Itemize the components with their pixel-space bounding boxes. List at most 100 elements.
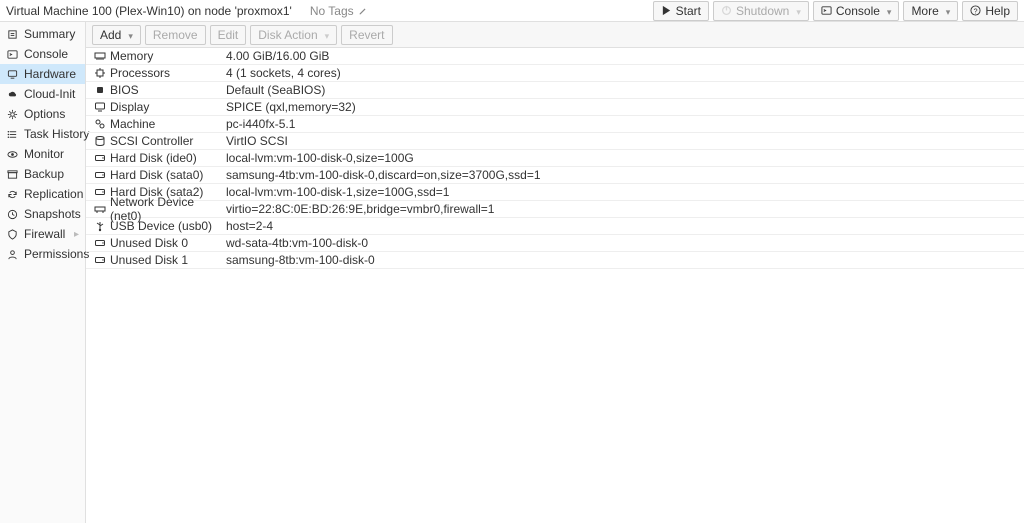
vm-sidebar: Summary Console Hardware Cloud-Init Options T… bbox=[0, 22, 86, 523]
help-button[interactable]: Help bbox=[962, 1, 1018, 21]
memory-icon bbox=[94, 50, 106, 62]
hardware-value: virtio=22:8C:0E:BD:26:9E,bridge=vmbr0,fi… bbox=[226, 202, 1020, 216]
sidebar-item-snapshots[interactable]: Snapshots bbox=[0, 204, 85, 224]
sidebar-item-cloud-init[interactable]: Cloud-Init bbox=[0, 84, 85, 104]
archive-icon bbox=[7, 169, 18, 180]
hardware-row[interactable]: Processors4 (1 sockets, 4 cores) bbox=[86, 65, 1024, 82]
hardware-label: Hard Disk (ide0) bbox=[110, 151, 226, 165]
cpu-icon bbox=[94, 67, 106, 79]
hardware-row[interactable]: Memory4.00 GiB/16.00 GiB bbox=[86, 48, 1024, 65]
tags-area[interactable]: No Tags bbox=[310, 4, 368, 18]
hdd-icon bbox=[94, 237, 106, 249]
hardware-label: Processors bbox=[110, 66, 226, 80]
hardware-row[interactable]: Machinepc-i440fx-5.1 bbox=[86, 116, 1024, 133]
hardware-row[interactable]: Hard Disk (sata2)local-lvm:vm-100-disk-1… bbox=[86, 184, 1024, 201]
hardware-label: Machine bbox=[110, 117, 226, 131]
chevron-down-icon bbox=[325, 28, 330, 42]
sidebar-item-backup[interactable]: Backup bbox=[0, 164, 85, 184]
sidebar-item-console[interactable]: Console bbox=[0, 44, 85, 64]
remove-button[interactable]: Remove bbox=[145, 25, 206, 45]
hardware-value: samsung-4tb:vm-100-disk-0,discard=on,siz… bbox=[226, 168, 1020, 182]
start-button[interactable]: Start bbox=[653, 1, 709, 21]
sidebar-item-replication[interactable]: Replication bbox=[0, 184, 85, 204]
disk-action-button[interactable]: Disk Action bbox=[250, 25, 337, 45]
hdd-icon bbox=[94, 254, 106, 266]
hardware-row[interactable]: Hard Disk (ide0)local-lvm:vm-100-disk-0,… bbox=[86, 150, 1024, 167]
hardware-row[interactable]: Unused Disk 1samsung-8tb:vm-100-disk-0 bbox=[86, 252, 1024, 269]
hardware-row[interactable]: USB Device (usb0)host=2-4 bbox=[86, 218, 1024, 235]
help-icon bbox=[970, 5, 981, 16]
chevron-down-icon bbox=[128, 28, 133, 42]
hardware-table: Memory4.00 GiB/16.00 GiBProcessors4 (1 s… bbox=[86, 48, 1024, 523]
sidebar-item-firewall[interactable]: Firewall▸ bbox=[0, 224, 85, 244]
user-icon bbox=[7, 249, 18, 260]
sidebar-item-label: Console bbox=[24, 47, 68, 61]
sidebar-item-permissions[interactable]: Permissions bbox=[0, 244, 85, 264]
sidebar-item-label: Options bbox=[24, 107, 65, 121]
page-title: Virtual Machine 100 (Plex-Win10) on node… bbox=[6, 4, 292, 18]
chevron-right-icon: ▸ bbox=[74, 229, 79, 240]
hardware-label: USB Device (usb0) bbox=[110, 219, 226, 233]
hardware-value: local-lvm:vm-100-disk-1,size=100G,ssd=1 bbox=[226, 185, 1020, 199]
play-icon bbox=[661, 5, 672, 16]
usb-icon bbox=[94, 220, 106, 232]
hardware-row[interactable]: Network Device (net0)virtio=22:8C:0E:BD:… bbox=[86, 201, 1024, 218]
hardware-value: 4 (1 sockets, 4 cores) bbox=[226, 66, 1020, 80]
hardware-value: wd-sata-4tb:vm-100-disk-0 bbox=[226, 236, 1020, 250]
hdd-icon bbox=[94, 152, 106, 164]
hardware-label: BIOS bbox=[110, 83, 226, 97]
more-button[interactable]: More bbox=[903, 1, 958, 21]
revert-button[interactable]: Revert bbox=[341, 25, 392, 45]
disk-icon bbox=[94, 135, 106, 147]
pencil-icon bbox=[358, 6, 368, 16]
cloud-icon bbox=[7, 89, 18, 100]
eye-icon bbox=[7, 149, 18, 160]
hardware-value: Default (SeaBIOS) bbox=[226, 83, 1020, 97]
monitor-icon bbox=[7, 69, 18, 80]
list-icon bbox=[7, 129, 18, 140]
console-button[interactable]: Console bbox=[813, 1, 900, 21]
sidebar-item-monitor[interactable]: Monitor bbox=[0, 144, 85, 164]
chevron-down-icon bbox=[946, 4, 951, 18]
hardware-row[interactable]: Hard Disk (sata0)samsung-4tb:vm-100-disk… bbox=[86, 167, 1024, 184]
add-button[interactable]: Add bbox=[92, 25, 141, 45]
history-icon bbox=[7, 209, 18, 220]
chevron-down-icon bbox=[887, 4, 892, 18]
hardware-row[interactable]: SCSI ControllerVirtIO SCSI bbox=[86, 133, 1024, 150]
hardware-row[interactable]: BIOSDefault (SeaBIOS) bbox=[86, 82, 1024, 99]
net-icon bbox=[94, 203, 106, 215]
hardware-row[interactable]: DisplaySPICE (qxl,memory=32) bbox=[86, 99, 1024, 116]
hardware-label: SCSI Controller bbox=[110, 134, 226, 148]
chevron-down-icon bbox=[796, 4, 801, 18]
edit-button[interactable]: Edit bbox=[210, 25, 247, 45]
sidebar-item-label: Cloud-Init bbox=[24, 87, 75, 101]
power-icon bbox=[721, 5, 732, 16]
hardware-toolbar: Add Remove Edit Disk Action Revert bbox=[86, 22, 1024, 48]
chip-icon bbox=[94, 84, 106, 96]
sidebar-item-label: Replication bbox=[24, 187, 83, 201]
no-tags-label: No Tags bbox=[310, 4, 354, 18]
shield-icon bbox=[7, 229, 18, 240]
hardware-value: VirtIO SCSI bbox=[226, 134, 1020, 148]
sidebar-item-options[interactable]: Options bbox=[0, 104, 85, 124]
hardware-row[interactable]: Unused Disk 0wd-sata-4tb:vm-100-disk-0 bbox=[86, 235, 1024, 252]
sidebar-item-label: Summary bbox=[24, 27, 75, 41]
gear-icon bbox=[7, 109, 18, 120]
hardware-value: pc-i440fx-5.1 bbox=[226, 117, 1020, 131]
sidebar-item-hardware[interactable]: Hardware bbox=[0, 64, 85, 84]
hardware-value: 4.00 GiB/16.00 GiB bbox=[226, 49, 1020, 63]
hardware-value: local-lvm:vm-100-disk-0,size=100G bbox=[226, 151, 1020, 165]
hdd-icon bbox=[94, 186, 106, 198]
sidebar-item-summary[interactable]: Summary bbox=[0, 24, 85, 44]
shutdown-button[interactable]: Shutdown bbox=[713, 1, 809, 21]
hardware-label: Hard Disk (sata0) bbox=[110, 168, 226, 182]
sidebar-item-label: Task History bbox=[24, 127, 89, 141]
sidebar-item-task-history[interactable]: Task History bbox=[0, 124, 85, 144]
sidebar-item-label: Backup bbox=[24, 167, 64, 181]
hardware-label: Memory bbox=[110, 49, 226, 63]
hardware-value: host=2-4 bbox=[226, 219, 1020, 233]
note-icon bbox=[7, 29, 18, 40]
monitor-icon bbox=[94, 101, 106, 113]
hardware-value: samsung-8tb:vm-100-disk-0 bbox=[226, 253, 1020, 267]
hardware-value: SPICE (qxl,memory=32) bbox=[226, 100, 1020, 114]
